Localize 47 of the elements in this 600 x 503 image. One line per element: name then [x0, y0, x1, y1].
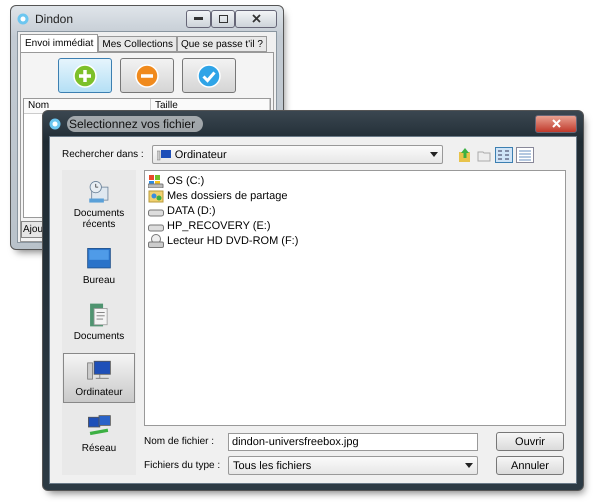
- window-title: Dindon: [35, 12, 74, 26]
- minus-icon: [135, 64, 159, 88]
- up-folder-icon[interactable]: [456, 146, 473, 162]
- app-logo-icon: [17, 12, 29, 24]
- close-button[interactable]: [535, 114, 577, 132]
- app-logo-icon: [49, 118, 61, 130]
- tab[interactable]: Que se passe t'il ?: [176, 36, 267, 52]
- file-item[interactable]: OS (C:): [167, 174, 204, 186]
- close-icon: [252, 14, 260, 23]
- dialog-title: Selectionnez vos fichier: [67, 116, 204, 132]
- close-button[interactable]: [235, 10, 277, 28]
- file-item[interactable]: DATA (D:): [167, 204, 216, 216]
- list-view-icon[interactable]: [494, 146, 513, 162]
- computer-icon: [156, 148, 171, 160]
- file-item[interactable]: Mes dossiers de partage: [167, 190, 288, 202]
- shared-users-icon: [148, 188, 164, 202]
- minimize-button[interactable]: [186, 10, 211, 28]
- remove-button[interactable]: [120, 58, 174, 93]
- place-item[interactable]: Réseau: [63, 409, 135, 459]
- look-in-dropdown[interactable]: Ordinateur: [152, 145, 443, 164]
- tab[interactable]: Envoi immédiat: [20, 34, 98, 52]
- dropdown-arrow-icon: [430, 152, 438, 157]
- filetype-label: Fichiers du type :: [144, 460, 222, 471]
- maximize-button[interactable]: [211, 10, 235, 28]
- windows-drive-icon: [148, 174, 164, 188]
- file-item[interactable]: Lecteur HD DVD-ROM (F:): [167, 234, 298, 246]
- plus-icon: [73, 64, 97, 88]
- maximize-icon: [218, 14, 228, 22]
- close-icon: [552, 119, 560, 128]
- filetype-dropdown[interactable]: Tous les fichiers: [228, 456, 478, 475]
- place-item[interactable]: Documents récents: [63, 174, 135, 235]
- tab[interactable]: Mes Collections: [98, 36, 177, 52]
- filename-field[interactable]: dindon-universfreebox.jpg: [228, 432, 478, 450]
- look-in-label: Rechercher dans :: [62, 149, 144, 160]
- optical-drive-icon: [148, 234, 164, 248]
- check-icon: [197, 64, 221, 88]
- minimize-icon: [194, 17, 203, 20]
- filename-label: Nom de fichier :: [144, 436, 216, 447]
- place-item[interactable]: Documents: [63, 297, 135, 347]
- dropdown-arrow-icon: [465, 463, 473, 468]
- cancel-button[interactable]: Annuler: [496, 456, 564, 475]
- confirm-button[interactable]: [182, 58, 236, 93]
- add-button[interactable]: [58, 58, 112, 93]
- open-button[interactable]: Ouvrir: [496, 432, 564, 451]
- place-item[interactable]: Ordinateur: [63, 353, 135, 403]
- file-item[interactable]: HP_RECOVERY (E:): [167, 220, 271, 232]
- place-item[interactable]: Bureau: [63, 241, 135, 291]
